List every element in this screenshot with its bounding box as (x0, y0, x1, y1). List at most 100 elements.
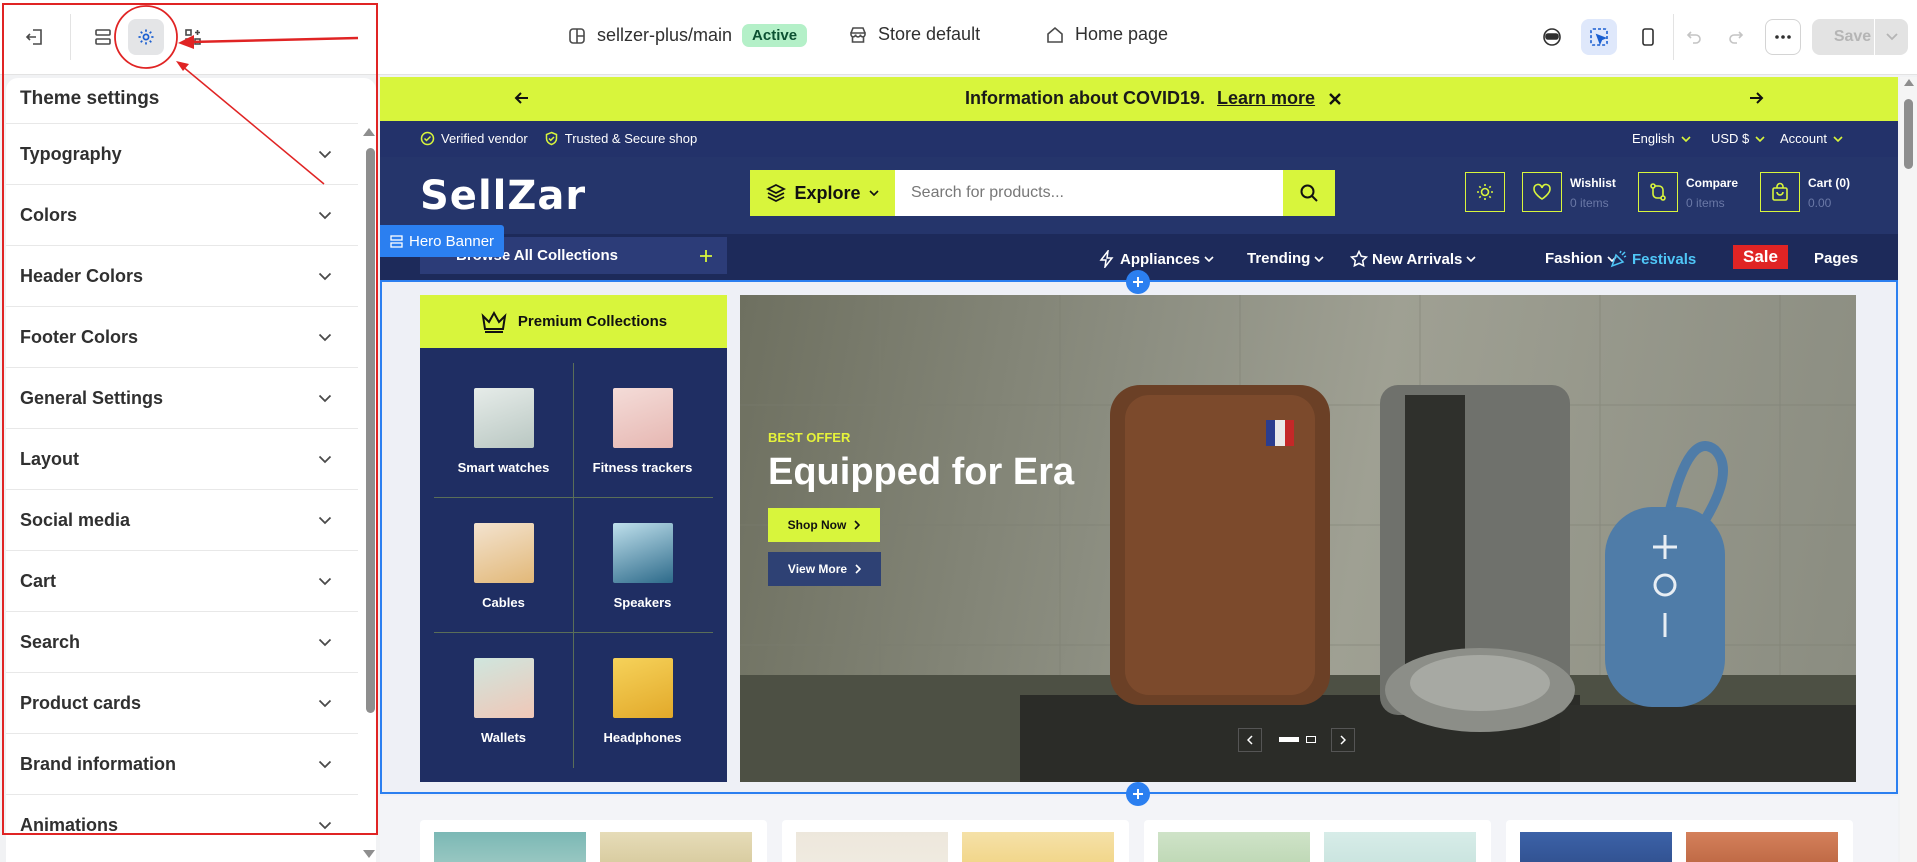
settings-section-search[interactable]: Search (6, 611, 358, 672)
preview-scrollbar-thumb[interactable] (1904, 99, 1913, 169)
collection-cables[interactable]: Cables (434, 523, 573, 610)
slide-prev-icon[interactable] (1238, 728, 1262, 752)
settings-section-footer-colors[interactable]: Footer Colors (6, 306, 358, 367)
add-section-plus-icon[interactable] (1126, 782, 1150, 806)
announcement-link[interactable]: Learn more (1217, 88, 1315, 109)
collection-label: Wallets (480, 730, 527, 745)
sidebar-scrollbar[interactable] (366, 148, 375, 713)
explore-label: Explore (794, 182, 861, 203)
arrow-left-icon[interactable] (513, 89, 531, 107)
exit-icon[interactable] (17, 19, 53, 55)
theme-toggle-sun-icon[interactable] (1465, 172, 1505, 212)
settings-section-label: Header Colors (20, 265, 144, 286)
account-menu[interactable]: Account (1780, 131, 1843, 146)
scroll-up-arrow-icon[interactable] (363, 128, 375, 136)
settings-section-product-cards[interactable]: Product cards (6, 672, 358, 733)
redo-icon[interactable] (1718, 19, 1754, 55)
undo-icon[interactable] (1676, 19, 1712, 55)
search-icon[interactable] (1283, 170, 1335, 216)
chevron-down-icon (318, 272, 332, 280)
theme-icon (569, 27, 585, 44)
slide-dot[interactable] (1306, 736, 1316, 743)
scroll-down-arrow-icon[interactable] (363, 850, 375, 858)
wishlist-heart-icon[interactable] (1522, 172, 1562, 212)
chevron-down-icon (318, 516, 332, 524)
collections-header: Premium Collections (420, 295, 727, 348)
scroll-up-arrow-icon[interactable] (1904, 79, 1914, 86)
sections-icon[interactable] (85, 19, 121, 55)
shop-now-button[interactable]: Shop Now (768, 508, 880, 542)
chevron-down-icon (318, 394, 332, 402)
chevron-down-icon (318, 333, 332, 341)
settings-section-typography[interactable]: Typography (6, 123, 358, 184)
collection-headphones[interactable]: Headphones (573, 658, 712, 745)
theme-settings-panel: Theme settings Typography Colors Header Co… (6, 78, 376, 862)
collection-label: Smart watches (457, 460, 550, 475)
nav-pages[interactable]: Pages (1814, 250, 1858, 267)
settings-section-header-colors[interactable]: Header Colors (6, 245, 358, 306)
preview-scrollbar-track[interactable] (1900, 77, 1917, 862)
nav-fashion[interactable]: Fashion (1545, 250, 1617, 267)
collection-smart-watches[interactable]: Smart watches (434, 388, 573, 475)
cart-label[interactable]: Cart (0) (1808, 173, 1850, 193)
nav-festivals[interactable]: Festivals (1610, 250, 1696, 268)
promo-card[interactable] (782, 820, 1129, 862)
editor-topbar: sellzer-plus/main Active Store default H… (0, 0, 1917, 75)
collection-speakers[interactable]: Speakers (573, 523, 712, 610)
compare-label[interactable]: Compare (1686, 173, 1738, 193)
premium-collections-panel: Premium Collections Smart watches Fitnes… (420, 295, 727, 782)
collection-wallets[interactable]: Wallets (434, 658, 573, 745)
banner-eyebrow: BEST OFFER (768, 430, 851, 445)
store-selector[interactable]: Store default (848, 24, 980, 45)
save-options-chevron-icon[interactable] (1874, 19, 1908, 55)
app-blocks-icon[interactable] (175, 19, 211, 55)
cables-image (473, 523, 534, 583)
promo-card[interactable] (420, 820, 767, 862)
arrow-right-icon[interactable] (1747, 89, 1765, 107)
nav-trending[interactable]: Trending (1247, 250, 1324, 267)
promo-card[interactable] (1506, 820, 1853, 862)
cart-bag-icon[interactable] (1760, 172, 1800, 212)
promo-card[interactable] (1144, 820, 1491, 862)
settings-section-animations[interactable]: Animations (6, 794, 358, 855)
lightning-icon (1099, 250, 1114, 268)
store-preview: Information about COVID19. Learn more Ve… (380, 77, 1898, 862)
theme-name: sellzer-plus/main (597, 25, 733, 45)
add-section-plus-icon[interactable] (1126, 270, 1150, 294)
mobile-preview-icon[interactable] (1630, 19, 1666, 55)
explore-button[interactable]: Explore (750, 170, 895, 216)
slide-dot-active[interactable] (1279, 737, 1299, 742)
theme-settings-gear-icon[interactable] (128, 19, 164, 55)
settings-section-social-media[interactable]: Social media (6, 489, 358, 550)
nav-new-arrivals[interactable]: New Arrivals (1350, 250, 1476, 268)
nav-appliances[interactable]: Appliances (1098, 250, 1214, 268)
chevron-down-icon (318, 150, 332, 158)
slide-next-icon[interactable] (1331, 728, 1355, 752)
compare-icon[interactable] (1638, 172, 1678, 212)
search-input[interactable]: Search for products... (895, 170, 1283, 216)
ai-sidekick-icon[interactable] (1534, 19, 1570, 55)
hero-banner-section-tag[interactable]: Hero Banner (380, 225, 505, 257)
theme-breadcrumb[interactable]: sellzer-plus/main Active (567, 24, 808, 47)
settings-section-general-settings[interactable]: General Settings (6, 367, 358, 428)
settings-section-cart[interactable]: Cart (6, 550, 358, 611)
wishlist-label[interactable]: Wishlist (1570, 173, 1616, 193)
settings-section-colors[interactable]: Colors (6, 184, 358, 245)
language-selector[interactable]: English (1632, 131, 1691, 146)
nav-sale[interactable]: Sale (1733, 245, 1788, 269)
page-selector[interactable]: Home page (1045, 24, 1168, 45)
view-more-button[interactable]: View More (768, 552, 881, 586)
close-icon[interactable] (1327, 91, 1343, 107)
store-icon (850, 26, 866, 43)
store-logo[interactable]: SellZar (420, 173, 586, 219)
chevron-down-icon (1466, 256, 1476, 262)
currency-selector[interactable]: USD $ (1711, 131, 1765, 146)
settings-section-brand-information[interactable]: Brand information (6, 733, 358, 794)
hero-banner-section[interactable]: Premium Collections Smart watches Fitnes… (380, 270, 1898, 806)
inspector-icon[interactable] (1581, 19, 1617, 55)
settings-section-layout[interactable]: Layout (6, 428, 358, 489)
star-icon (1350, 250, 1368, 268)
more-actions-icon[interactable] (1765, 19, 1801, 55)
collection-fitness-trackers[interactable]: Fitness trackers (573, 388, 712, 475)
collections-title: Premium Collections (517, 313, 668, 330)
